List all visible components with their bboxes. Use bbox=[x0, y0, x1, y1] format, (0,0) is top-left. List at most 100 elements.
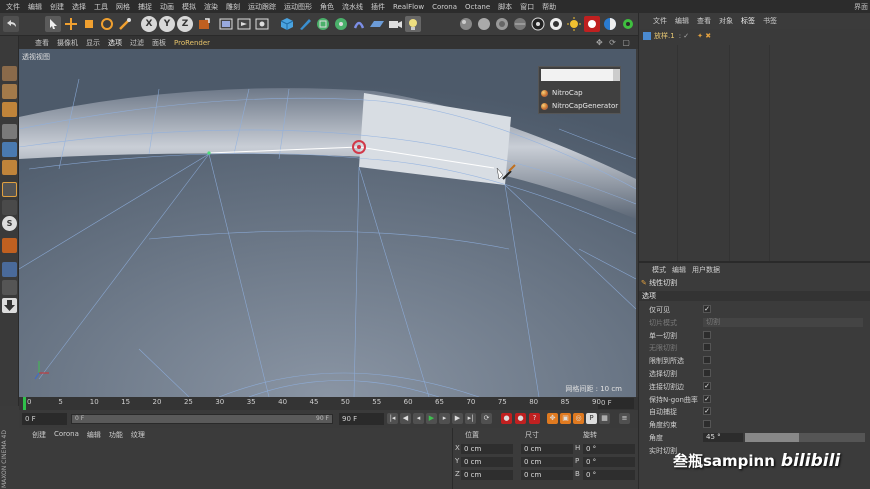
option-checkbox[interactable] bbox=[703, 330, 711, 339]
menu-item[interactable]: 帮助 bbox=[538, 2, 560, 12]
menu-item[interactable]: 捕捉 bbox=[134, 2, 156, 12]
menu-item[interactable]: 渲染 bbox=[200, 2, 222, 12]
position-x-field[interactable]: 0 cm bbox=[461, 444, 513, 454]
play-button[interactable]: ▶ bbox=[426, 413, 437, 424]
menu-item[interactable]: 模拟 bbox=[178, 2, 200, 12]
end-frame-field[interactable]: 90 F bbox=[339, 413, 384, 425]
menu-item[interactable]: 工具 bbox=[90, 2, 112, 12]
python-icon[interactable] bbox=[2, 238, 17, 253]
viewport-menu-item[interactable]: 选项 bbox=[104, 38, 126, 48]
key-pla-button[interactable]: ▦ bbox=[599, 413, 610, 424]
menu-item[interactable]: Corona bbox=[428, 3, 461, 11]
render-picture-icon[interactable] bbox=[236, 16, 252, 32]
option-checkbox[interactable] bbox=[703, 356, 711, 365]
rotation-h-field[interactable]: 0 ° bbox=[583, 444, 635, 454]
octane-live-icon[interactable] bbox=[584, 16, 600, 32]
solo-icon[interactable]: S bbox=[2, 216, 17, 231]
search-clear-button[interactable] bbox=[613, 69, 620, 81]
object-menu-item[interactable]: 对象 bbox=[715, 16, 737, 26]
points-mode-icon[interactable] bbox=[2, 124, 17, 139]
timeline-ruler[interactable]: 0 F 0 5 10 15 20 25 30 35 40 45 50 55 60 65 70 75 80 85 90 bbox=[19, 397, 638, 410]
rotate-icon[interactable] bbox=[99, 16, 115, 32]
menu-item[interactable]: 角色 bbox=[316, 2, 338, 12]
viewport-menu-item[interactable]: 摄像机 bbox=[53, 38, 82, 48]
floor-icon[interactable] bbox=[369, 16, 385, 32]
select-arrow-icon[interactable] bbox=[45, 16, 61, 32]
menu-item[interactable]: 编辑 bbox=[24, 2, 46, 12]
render-view-icon[interactable] bbox=[218, 16, 234, 32]
attribute-menu-item[interactable]: 用户数据 bbox=[689, 265, 723, 275]
material-menu-item[interactable]: 纹理 bbox=[127, 430, 149, 440]
menu-item[interactable]: 文件 bbox=[2, 2, 24, 12]
brush-icon[interactable] bbox=[117, 16, 133, 32]
object-menu-item[interactable]: 文件 bbox=[649, 16, 671, 26]
visibility-dots-icon[interactable]: : ✓ bbox=[679, 32, 689, 40]
current-frame-field[interactable]: 0 F bbox=[598, 398, 634, 409]
option-checkbox[interactable] bbox=[703, 420, 711, 429]
x-axis-icon[interactable]: X bbox=[141, 16, 157, 32]
object-menu-item[interactable]: 书签 bbox=[759, 16, 781, 26]
octane-settings-icon[interactable] bbox=[530, 16, 546, 32]
octane-target-icon[interactable] bbox=[548, 16, 564, 32]
size-z-field[interactable]: 0 cm bbox=[521, 470, 573, 480]
size-y-field[interactable]: 0 cm bbox=[521, 457, 573, 467]
record-button[interactable]: ● bbox=[501, 413, 512, 424]
cube-icon[interactable] bbox=[279, 16, 295, 32]
popup-item-nitrocapgenerator[interactable]: NitroCapGenerator bbox=[541, 100, 620, 112]
angle-slider[interactable] bbox=[745, 433, 865, 442]
menu-item[interactable]: 脚本 bbox=[494, 2, 516, 12]
download-arrow-icon[interactable] bbox=[2, 298, 17, 313]
option-checkbox[interactable] bbox=[703, 343, 711, 352]
z-axis-icon[interactable]: Z bbox=[177, 16, 193, 32]
timeline-menu-button[interactable]: ≡ bbox=[619, 413, 630, 424]
position-y-field[interactable]: 0 cm bbox=[461, 457, 513, 467]
go-to-start-button[interactable]: |◂ bbox=[387, 413, 398, 424]
material-menu-item[interactable]: 编辑 bbox=[83, 430, 105, 440]
polygons-mode-icon[interactable] bbox=[2, 160, 17, 175]
octane-texture-icon[interactable] bbox=[512, 16, 528, 32]
camera-icon[interactable] bbox=[387, 16, 403, 32]
option-select[interactable]: 切割 bbox=[703, 317, 863, 327]
angle-field[interactable]: 45 ° bbox=[703, 433, 743, 442]
material-menu-item[interactable]: 创建 bbox=[28, 430, 50, 440]
layers-stack-icon[interactable] bbox=[2, 280, 17, 295]
menu-item[interactable]: 运动跟踪 bbox=[244, 2, 280, 12]
menu-item[interactable]: 流水线 bbox=[338, 2, 367, 12]
layer-icon[interactable] bbox=[2, 262, 17, 277]
menu-item[interactable]: 运动图形 bbox=[280, 2, 316, 12]
octane-mix-icon[interactable] bbox=[494, 16, 510, 32]
key-position-button[interactable]: ✥ bbox=[547, 413, 558, 424]
popup-item-nitrocap[interactable]: NitroCap bbox=[541, 87, 620, 99]
go-to-end-button[interactable]: ▸| bbox=[465, 413, 476, 424]
start-frame-field[interactable]: 0 F bbox=[22, 413, 67, 425]
viewport-menu-item[interactable]: 查看 bbox=[31, 38, 53, 48]
attribute-menu-item[interactable]: 模式 bbox=[649, 265, 669, 275]
prev-frame-button[interactable]: ◂ bbox=[413, 413, 424, 424]
scale-icon[interactable] bbox=[81, 16, 97, 32]
gear-green-icon[interactable] bbox=[620, 16, 636, 32]
y-axis-icon[interactable]: Y bbox=[159, 16, 175, 32]
menu-item[interactable]: Octane bbox=[461, 3, 494, 11]
option-checkbox[interactable]: ✓ bbox=[703, 381, 711, 390]
menu-item[interactable]: 雕刻 bbox=[222, 2, 244, 12]
model-mode-icon[interactable] bbox=[2, 66, 17, 81]
key-scale-button[interactable]: ▣ bbox=[560, 413, 571, 424]
loop-button[interactable]: ⟳ bbox=[481, 413, 492, 424]
viewport-menu-item[interactable]: ProRender bbox=[170, 39, 214, 47]
snap-icon[interactable] bbox=[2, 182, 17, 197]
viewport-menu-item[interactable]: 显示 bbox=[82, 38, 104, 48]
pen-icon[interactable] bbox=[297, 16, 313, 32]
deformer-icon[interactable] bbox=[351, 16, 367, 32]
menu-item[interactable]: 网格 bbox=[112, 2, 134, 12]
undo-icon[interactable] bbox=[3, 16, 19, 32]
frame-range-slider[interactable]: 0 F 90 F bbox=[71, 414, 333, 424]
menu-item[interactable]: 插件 bbox=[367, 2, 389, 12]
menu-item[interactable]: 窗口 bbox=[516, 2, 538, 12]
octane-material-icon[interactable] bbox=[476, 16, 492, 32]
position-z-field[interactable]: 0 cm bbox=[461, 470, 513, 480]
subdivision-icon[interactable] bbox=[315, 16, 331, 32]
workplane-icon[interactable] bbox=[2, 102, 17, 117]
auto-key-button[interactable]: ● bbox=[515, 413, 526, 424]
keyframe-selection-button[interactable]: ? bbox=[529, 413, 540, 424]
object-menu-item[interactable]: 编辑 bbox=[671, 16, 693, 26]
